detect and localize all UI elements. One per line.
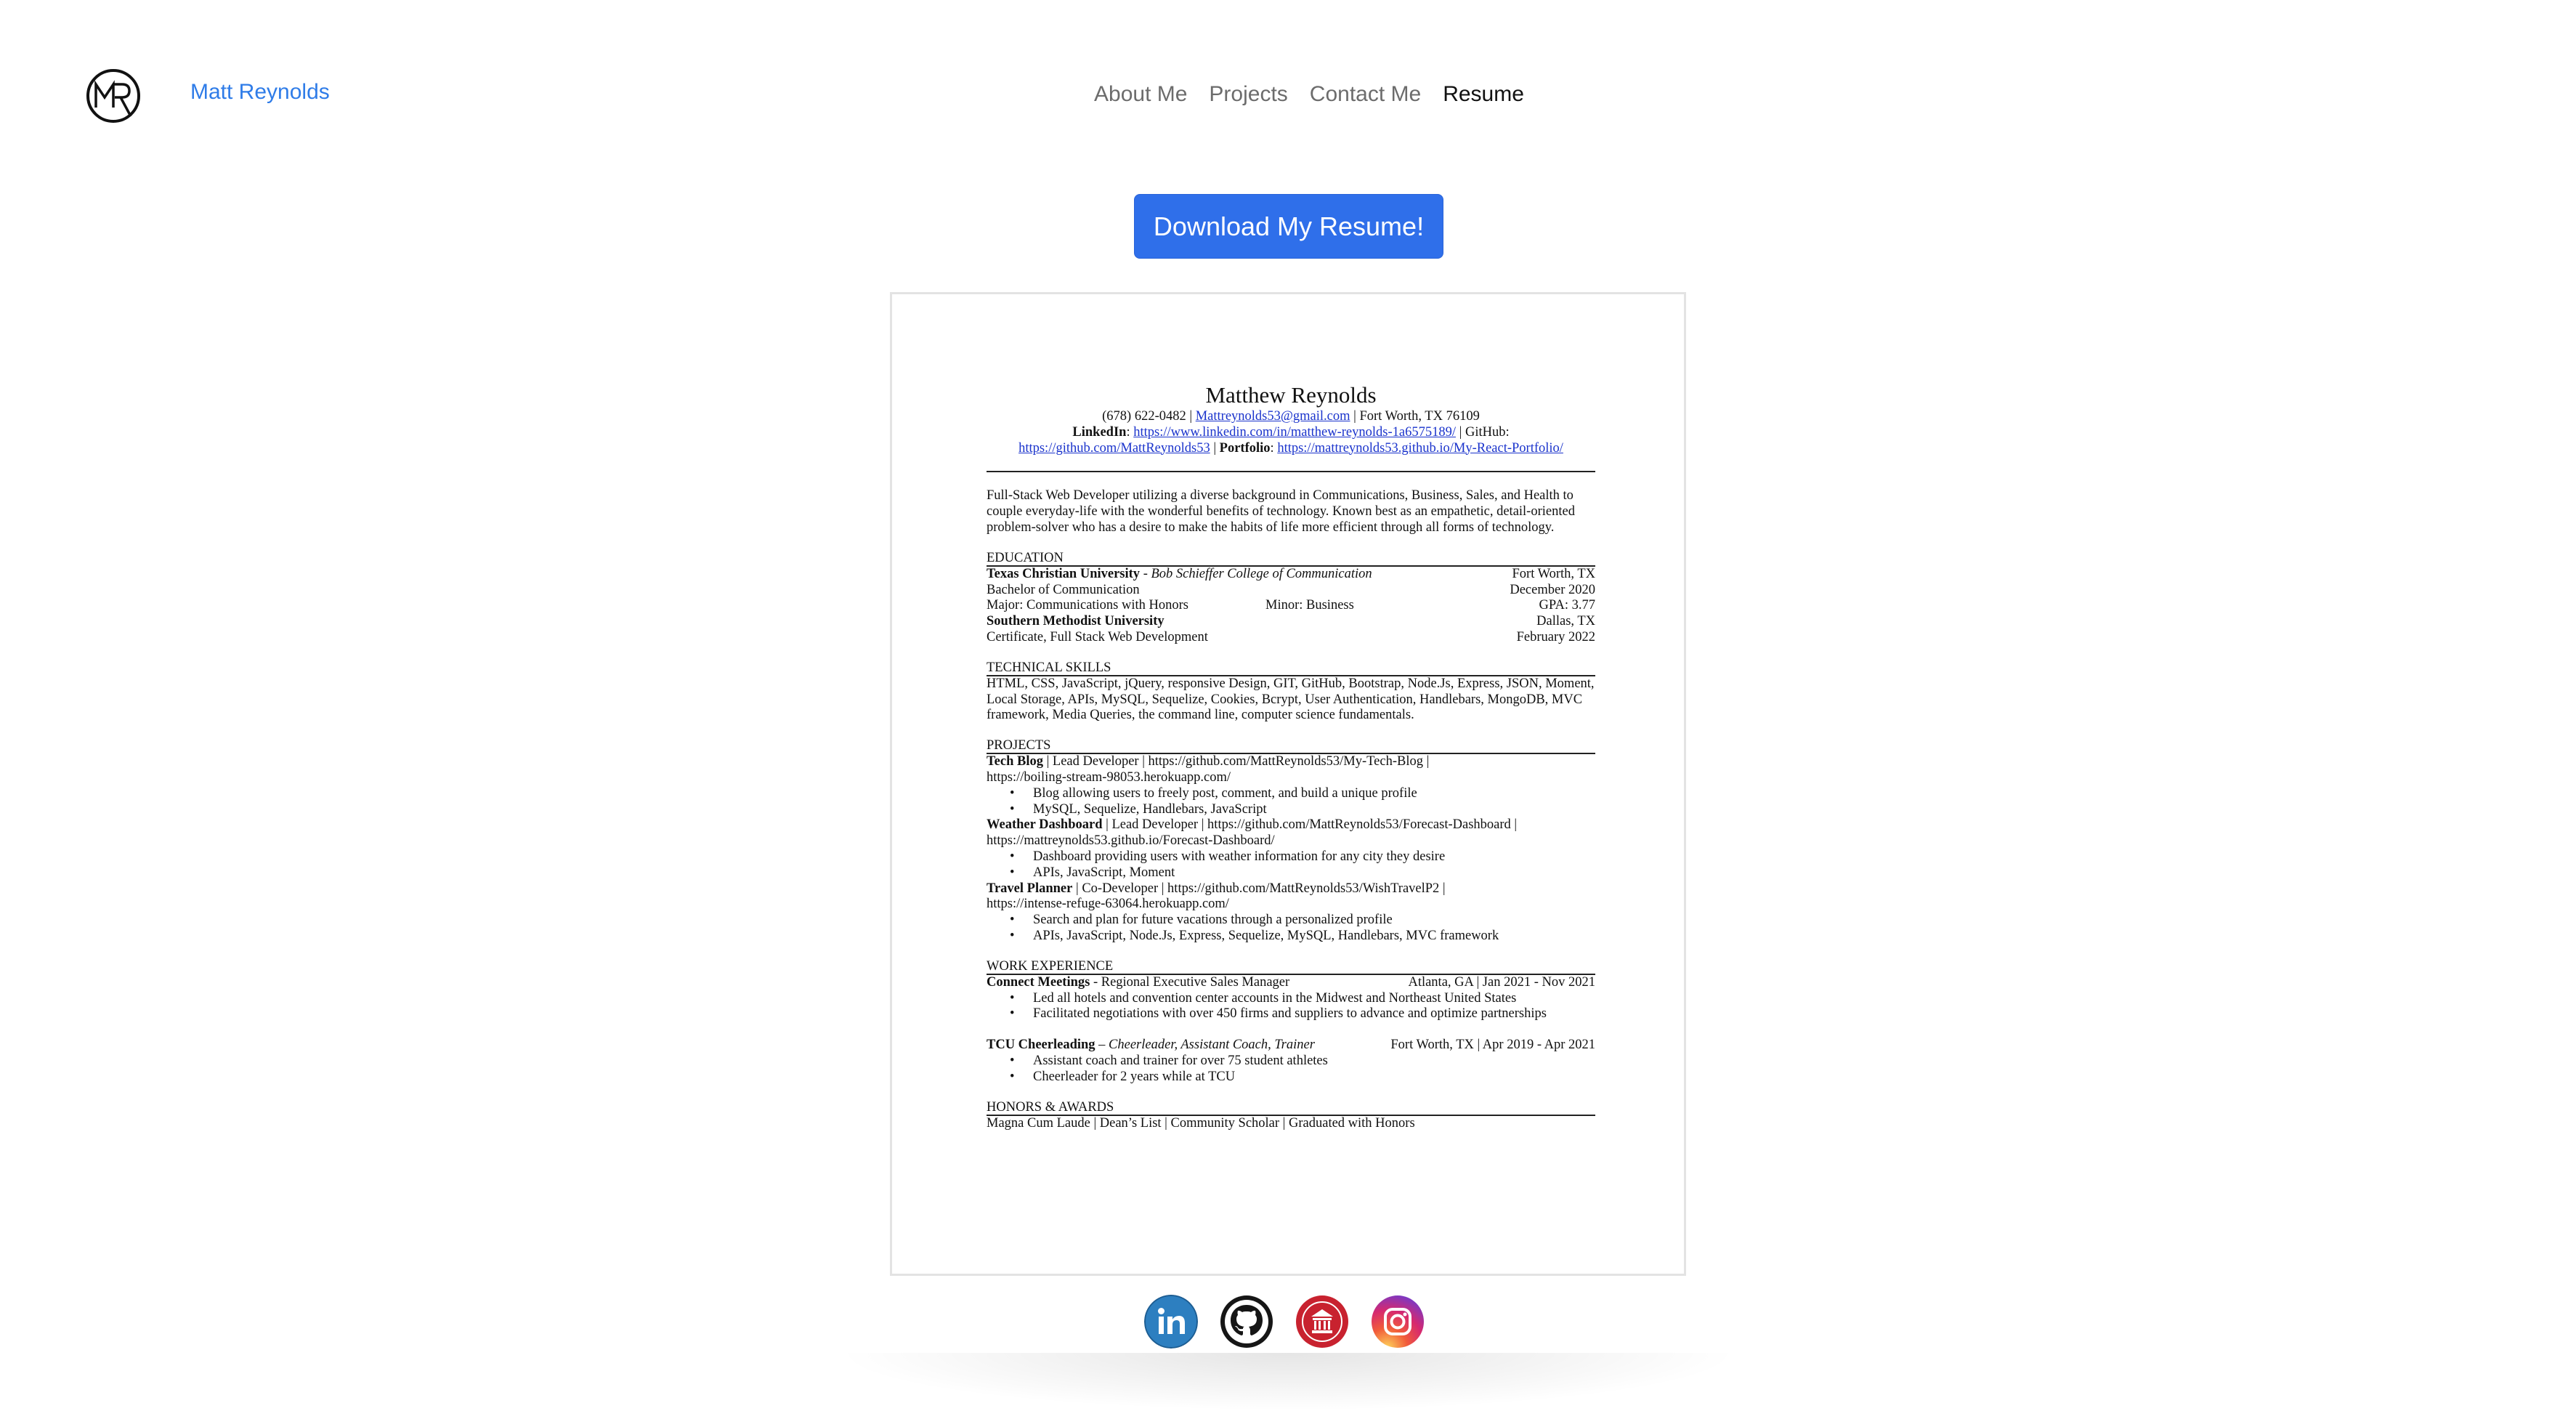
- list-item: Facilitated negotiations with over 450 f…: [1010, 1006, 1595, 1022]
- list-item: Led all hotels and convention center acc…: [1010, 991, 1595, 1007]
- brand-link[interactable]: Matt Reynolds: [190, 80, 330, 105]
- linkedin-link[interactable]: [1144, 1295, 1198, 1349]
- skills-text: HTML, CSS, JavaScript, jQuery, responsiv…: [987, 676, 1595, 723]
- nav-resume[interactable]: Resume: [1443, 82, 1524, 107]
- resume-name: Matthew Reynolds: [1205, 382, 1377, 408]
- work-job-connect: Connect Meetings - Regional Executive Sa…: [987, 974, 1595, 990]
- list-item: Cheerleader for 2 years while at TCU: [1010, 1070, 1595, 1085]
- nav-about-me[interactable]: About Me: [1094, 82, 1187, 107]
- smu-icon: [1296, 1295, 1348, 1348]
- honors-text: Magna Cum Laude | Dean’s List | Communit…: [987, 1115, 1415, 1131]
- education-smu-cert: Certificate, Full Stack Web Development …: [987, 629, 1595, 644]
- smu-link[interactable]: [1295, 1295, 1349, 1349]
- download-resume-button[interactable]: Download My Resume!: [1134, 194, 1443, 259]
- resume-summary: Full-Stack Web Developer utilizing a div…: [987, 488, 1575, 535]
- list-item: Dashboard providing users with weather i…: [1010, 849, 1595, 865]
- resume-links-line: LinkedIn: https://www.linkedin.com/in/ma…: [1072, 424, 1510, 440]
- nav-contact-me[interactable]: Contact Me: [1310, 82, 1421, 107]
- list-item: APIs, JavaScript, Node.Js, Express, Sequ…: [1010, 929, 1595, 945]
- list-item: MySQL, Sequelize, Handlebars, JavaScript: [1010, 802, 1595, 818]
- resume-github-label: GitHub:: [1465, 424, 1510, 440]
- resume-linkedin-label: LinkedIn: [1072, 424, 1127, 440]
- project-item: Tech Blog | Lead Developer | https://git…: [987, 754, 1595, 817]
- resume-portfolio-label: Portfolio: [1219, 440, 1271, 456]
- main-nav: About Me Projects Contact Me Resume: [1094, 82, 1524, 107]
- resume-location: Fort Worth, TX 76109: [1359, 409, 1480, 424]
- resume-contact-line: (678) 622-0482 | Mattreynolds53@gmail.co…: [1102, 409, 1480, 424]
- resume-phone: (678) 622-0482: [1102, 409, 1186, 424]
- resume-divider: [987, 471, 1595, 473]
- resume-email-link[interactable]: Mattreynolds53@gmail.com: [1196, 409, 1350, 424]
- projects-heading: PROJECTS: [987, 738, 1595, 755]
- work-job-tcu: TCU Cheerleading – Cheerleader, Assistan…: [987, 1038, 1595, 1053]
- resume-preview[interactable]: Matthew Reynolds (678) 622-0482 | Mattre…: [890, 292, 1686, 1276]
- list-item: Search and plan for future vacations thr…: [1010, 913, 1595, 929]
- linkedin-icon: [1144, 1295, 1198, 1349]
- project-item: Weather Dashboard | Lead Developer | htt…: [987, 817, 1595, 881]
- instagram-icon: [1372, 1295, 1424, 1348]
- education-tcu: Texas Christian University - Bob Schieff…: [987, 566, 1595, 581]
- education-heading: EDUCATION: [987, 551, 1595, 567]
- footer-shadow: [835, 1353, 1741, 1411]
- honors-heading: HONORS & AWARDS: [987, 1100, 1595, 1116]
- logo[interactable]: [86, 68, 141, 124]
- skills-heading: TECHNICAL SKILLS: [987, 660, 1595, 676]
- github-icon: [1220, 1295, 1273, 1348]
- resume-document: Matthew Reynolds (678) 622-0482 | Mattre…: [987, 383, 1595, 1131]
- logo-icon: [86, 69, 140, 123]
- resume-github-link[interactable]: https://github.com/MattReynolds53: [1018, 441, 1210, 456]
- list-item: Assistant coach and trainer for over 75 …: [1010, 1054, 1595, 1070]
- nav-projects[interactable]: Projects: [1209, 82, 1287, 107]
- education-tcu-degree: Bachelor of Communication December 2020: [987, 582, 1595, 597]
- list-item: Blog allowing users to freely post, comm…: [1010, 786, 1595, 802]
- work-heading: WORK EXPERIENCE: [987, 959, 1595, 975]
- project-item: Travel Planner | Co-Developer | https://…: [987, 881, 1595, 945]
- list-item: APIs, JavaScript, Moment: [1010, 865, 1595, 881]
- resume-linkedin-link[interactable]: https://www.linkedin.com/in/matthew-reyn…: [1133, 425, 1456, 440]
- social-links: [1144, 1295, 1425, 1349]
- github-link[interactable]: [1220, 1295, 1273, 1349]
- education-tcu-major: Major: Communications with Honors Minor:…: [987, 598, 1595, 613]
- resume-links-line-2: https://github.com/MattReynolds53 | Port…: [1018, 440, 1563, 456]
- instagram-link[interactable]: [1371, 1295, 1425, 1349]
- education-smu: Southern Methodist University Dallas, TX: [987, 614, 1595, 629]
- resume-portfolio-link[interactable]: https://mattreynolds53.github.io/My-Reac…: [1277, 441, 1563, 456]
